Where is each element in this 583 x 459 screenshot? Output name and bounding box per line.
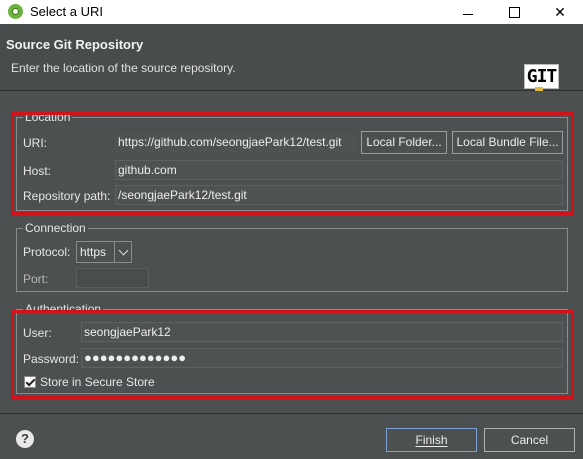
uri-label: URI: bbox=[23, 136, 47, 150]
close-icon: ✕ bbox=[554, 3, 566, 20]
eclipse-app-icon bbox=[8, 4, 23, 19]
protocol-dropdown-arrow[interactable] bbox=[114, 242, 131, 262]
finish-label: Finish bbox=[415, 433, 448, 447]
protocol-label: Protocol: bbox=[23, 245, 71, 259]
chevron-down-icon bbox=[118, 245, 128, 256]
minimize-icon bbox=[463, 13, 473, 15]
finish-button[interactable]: Finish bbox=[386, 428, 477, 452]
store-secure-label[interactable]: Store in Secure Store bbox=[40, 375, 155, 389]
title-bar: Select a URI ✕ bbox=[0, 0, 583, 24]
user-label: User: bbox=[23, 326, 52, 340]
local-bundle-file-button[interactable]: Local Bundle File... bbox=[452, 131, 563, 154]
maximize-button[interactable] bbox=[491, 0, 537, 24]
page-title: Source Git Repository bbox=[6, 37, 144, 52]
store-secure-checkbox[interactable] bbox=[24, 376, 36, 388]
git-logo-text: GIT bbox=[524, 64, 559, 89]
port-label: Port: bbox=[23, 272, 49, 286]
host-input[interactable]: github.com bbox=[115, 160, 563, 180]
uri-input[interactable]: https://github.com/seongjaePark12/test.g… bbox=[115, 132, 357, 152]
page-subtitle: Enter the location of the source reposit… bbox=[11, 61, 236, 75]
wizard-header: Source Git Repository Enter the location… bbox=[0, 24, 583, 105]
help-icon[interactable]: ? bbox=[16, 430, 34, 448]
connection-legend: Connection bbox=[23, 221, 88, 235]
host-label: Host: bbox=[23, 164, 52, 178]
protocol-value: https bbox=[80, 245, 107, 259]
local-folder-button[interactable]: Local Folder... bbox=[361, 131, 447, 154]
location-legend: Location bbox=[23, 110, 73, 124]
close-button[interactable]: ✕ bbox=[537, 0, 583, 24]
authentication-legend: Authentication bbox=[23, 302, 104, 316]
maximize-icon bbox=[508, 6, 520, 18]
user-input[interactable]: seongjaePark12 bbox=[81, 322, 563, 342]
password-input[interactable]: ●●●●●●●●●●●●● bbox=[81, 348, 563, 368]
minimize-button[interactable] bbox=[445, 0, 491, 24]
protocol-select[interactable]: https bbox=[76, 241, 132, 263]
repository-path-label: Repository path: bbox=[23, 189, 111, 203]
port-input[interactable] bbox=[76, 268, 149, 288]
repository-path-input[interactable]: /seongjaePark12/test.git bbox=[115, 185, 563, 205]
cancel-button[interactable]: Cancel bbox=[484, 428, 575, 452]
password-label: Password: bbox=[23, 352, 80, 366]
wizard-body: Location URI: https://github.com/seongja… bbox=[0, 91, 583, 413]
window-title: Select a URI bbox=[30, 4, 103, 19]
wizard-footer: ? Finish Cancel bbox=[0, 414, 583, 459]
